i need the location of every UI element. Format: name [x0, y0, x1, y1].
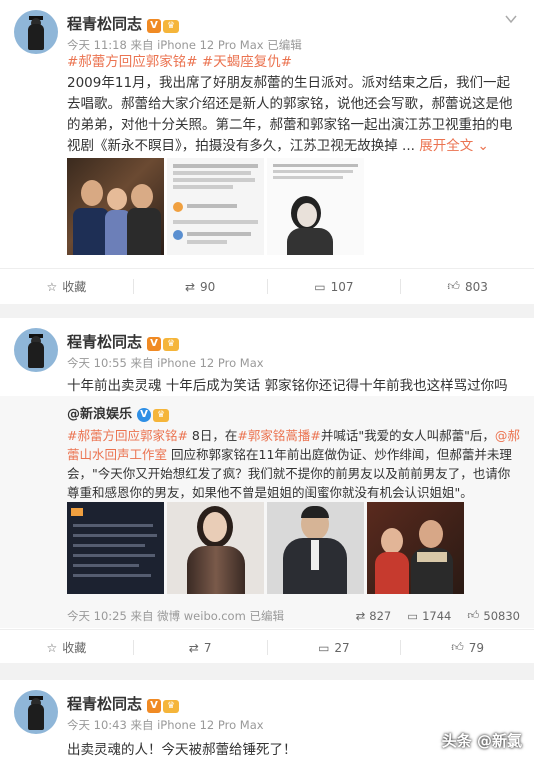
- user-avatar[interactable]: [14, 690, 58, 734]
- photo-screenshot-portrait[interactable]: [267, 158, 364, 255]
- username[interactable]: 程青松同志: [67, 15, 142, 33]
- favorite-button[interactable]: ☆ 收藏: [0, 630, 133, 665]
- repost-icon: ⇄: [355, 608, 366, 623]
- like-count: 79: [468, 640, 485, 655]
- repost-meta: 今天 10:25 来自 微博 weibo.com 已编辑: [67, 609, 284, 623]
- repost-count: 90: [200, 279, 216, 294]
- like-button[interactable]: 👍︎ 79: [401, 630, 534, 665]
- photo-screenshot-statement[interactable]: [67, 502, 164, 594]
- repost-stats: ⇄ 827 ▭ 1744 👍︎ 50830: [356, 608, 520, 623]
- like-button[interactable]: 👍︎ 803: [401, 269, 534, 304]
- photo-actress[interactable]: [167, 502, 264, 594]
- comment-count: 107: [330, 279, 354, 294]
- comment-button[interactable]: ▭ 107: [268, 269, 401, 304]
- repost-topic-tag-2[interactable]: #郭家铭蒿播#: [237, 428, 320, 443]
- repost-text-a: 8日，在: [187, 428, 238, 443]
- like-count: 803: [464, 279, 488, 294]
- repost-count: 7: [203, 640, 212, 655]
- comment-icon: ▭: [314, 279, 326, 294]
- user-avatar[interactable]: [14, 328, 58, 372]
- photo-couple[interactable]: [367, 502, 464, 594]
- repost-like-count: 50830: [483, 608, 520, 623]
- repost-like-button[interactable]: 👍︎ 50830: [467, 608, 520, 623]
- photo-party[interactable]: [67, 158, 164, 255]
- thumbs-up-icon: 👍︎: [447, 279, 460, 293]
- level-badge-icon: ♛: [153, 409, 170, 422]
- repost-button[interactable]: ⇄ 7: [134, 630, 267, 665]
- reposted-content[interactable]: @新浪娱乐 V ♛ #郝蕾方回应郭家铭# 8日，在#郭家铭蒿播#并喊话"我爱的女人叫…: [0, 396, 534, 628]
- repost-image-grid: [67, 502, 464, 594]
- photo-screenshot-chat[interactable]: [167, 158, 264, 255]
- thumbs-up-icon: 👍︎: [451, 640, 464, 654]
- weibo-post-1: 程青松同志 V ♛ 今天 11:18 来自 iPhone 12 Pro Max 已编…: [0, 0, 534, 304]
- verified-badge-icon: V: [137, 408, 152, 422]
- repost-repost-count: 827: [369, 608, 392, 623]
- repost-repost-button[interactable]: ⇄ 827: [356, 609, 392, 623]
- favorite-label: 收藏: [62, 280, 87, 294]
- repost-icon: ⇄: [184, 279, 196, 294]
- thumbs-up-icon: 👍︎: [467, 608, 480, 622]
- verified-badge-icon: V: [147, 19, 162, 33]
- comment-count: 27: [334, 640, 350, 655]
- favorite-label: 收藏: [62, 641, 87, 655]
- level-badge-icon: ♛: [163, 700, 180, 713]
- post-1-actions: ☆ 收藏 ⇄ 90 ▭ 107 👍︎ 803: [0, 268, 534, 304]
- comment-icon: ▭: [318, 640, 330, 655]
- level-badge-icon: ♛: [163, 338, 180, 351]
- post-meta: 今天 10:43 来自 iPhone 12 Pro Max: [67, 718, 264, 732]
- chevron-down-icon[interactable]: [504, 12, 518, 26]
- weibo-post-2: 程青松同志 V ♛ 今天 10:55 来自 iPhone 12 Pro Max 十年…: [0, 318, 534, 663]
- comment-button[interactable]: ▭ 27: [268, 630, 401, 665]
- repost-button[interactable]: ⇄ 90: [134, 269, 267, 304]
- repost-text: #郝蕾方回应郭家铭# 8日，在#郭家铭蒿播#并喊话"我爱的女人叫郝蕾"后，@郝蕾…: [67, 426, 520, 502]
- photo-actor-suit[interactable]: [267, 502, 364, 594]
- image-grid: [67, 158, 364, 255]
- expand-label: 展开全文: [419, 138, 474, 154]
- post-text: 2009年11月，我出席了好朋友郝蕾的生日派对。派对结束之后，我们一起去唱歌。郝…: [67, 73, 520, 157]
- post-text: 十年前出卖灵魂 十年后成为笑话 郭家铭你还记得十年前我也这样骂过你吗: [67, 378, 508, 394]
- post-2-actions: ☆ 收藏 ⇄ 7 ▭ 27 👍︎ 79: [0, 629, 534, 665]
- post-meta: 今天 10:55 来自 iPhone 12 Pro Max: [67, 356, 264, 370]
- username[interactable]: 程青松同志: [67, 695, 142, 713]
- repost-text-b: 并喊话"我爱的女人叫郝蕾"后，: [320, 428, 495, 443]
- username[interactable]: 程青松同志: [67, 333, 142, 351]
- repost-comment-count: 1744: [422, 608, 452, 623]
- repost-comment-button[interactable]: ▭ 1744: [407, 609, 451, 623]
- favorite-button[interactable]: ☆ 收藏: [0, 269, 133, 304]
- star-icon: ☆: [46, 640, 58, 655]
- repost-topic-tag-1[interactable]: #郝蕾方回应郭家铭#: [67, 428, 188, 443]
- repost-author[interactable]: @新浪娱乐: [67, 407, 132, 422]
- level-badge-icon: ♛: [163, 20, 180, 33]
- user-avatar[interactable]: [14, 10, 58, 54]
- post-meta: 今天 11:18 来自 iPhone 12 Pro Max 已编辑: [67, 38, 302, 52]
- star-icon: ☆: [46, 279, 58, 294]
- verified-badge-icon: V: [147, 337, 162, 351]
- watermark: 头条 @新氯: [441, 732, 522, 750]
- verified-badge-icon: V: [147, 699, 162, 713]
- comment-icon: ▭: [407, 608, 419, 623]
- expand-full-text-link[interactable]: 展开全文 ⌄: [419, 138, 489, 154]
- repost-icon: ⇄: [188, 640, 199, 655]
